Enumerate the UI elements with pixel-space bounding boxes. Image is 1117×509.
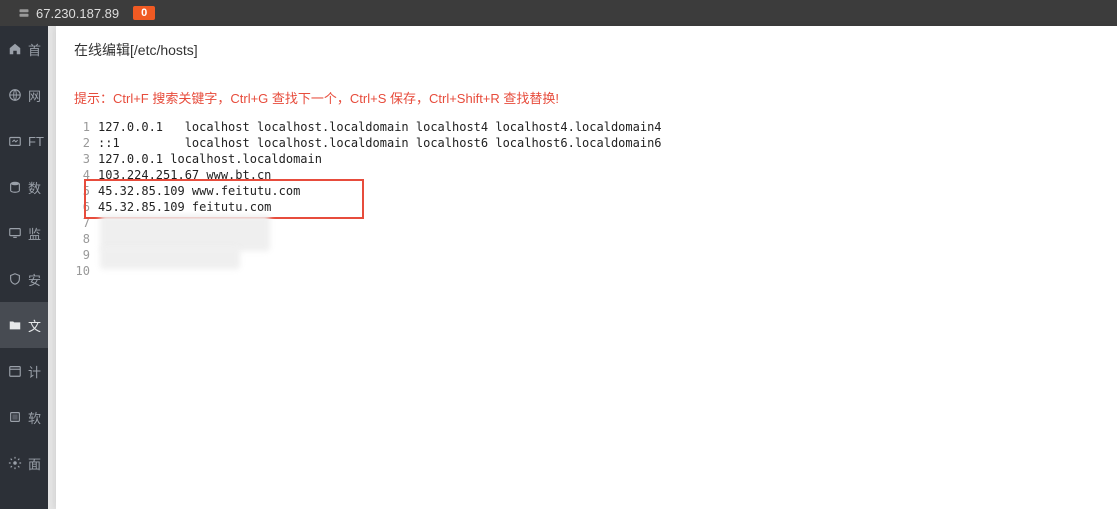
sidebar-item-gear[interactable]: 面 (0, 440, 48, 486)
topbar: 67.230.187.89 0 (0, 0, 1117, 26)
notification-badge[interactable]: 0 (133, 6, 155, 20)
line-content[interactable]: 45.32.85.109 www.feitutu.com (98, 183, 1099, 199)
editor-line[interactable]: 3127.0.0.1 localhost.localdomain (74, 151, 1099, 167)
monitor-icon (8, 226, 22, 240)
sidebar-label: 文 (28, 316, 41, 335)
editor-line[interactable]: 645.32.85.109 feitutu.com (74, 199, 1099, 215)
server-icon (18, 7, 30, 19)
line-number: 5 (74, 183, 98, 199)
sidebar-item-ftp[interactable]: FT (0, 118, 48, 164)
code-editor[interactable]: 1127.0.0.1 localhost localhost.localdoma… (74, 119, 1099, 279)
sidebar-label: 网 (28, 86, 41, 105)
globe-icon (8, 88, 22, 102)
shield-icon (8, 272, 22, 286)
line-number: 4 (74, 167, 98, 183)
sidebar-item-shield[interactable]: 安 (0, 256, 48, 302)
sidebar-label: 安 (28, 270, 41, 289)
sidebar-item-package[interactable]: 软 (0, 394, 48, 440)
modal-title: 在线编辑[/etc/hosts] (56, 26, 1117, 70)
editor-line[interactable]: 4103.224.251.67 www.bt.cn (74, 167, 1099, 183)
topbar-server-ip: 67.230.187.89 0 (0, 6, 155, 21)
line-content[interactable]: ::1 localhost localhost.localdomain loca… (98, 135, 1099, 151)
sidebar-label: FT (28, 134, 44, 149)
package-icon (8, 410, 22, 424)
sidebar-item-home[interactable]: 首 (0, 26, 48, 72)
sidebar-item-globe[interactable]: 网 (0, 72, 48, 118)
ip-text: 67.230.187.89 (36, 6, 119, 21)
home-icon (8, 42, 22, 56)
line-number: 1 (74, 119, 98, 135)
sidebar-item-db[interactable]: 数 (0, 164, 48, 210)
editor-line[interactable]: 1127.0.0.1 localhost localhost.localdoma… (74, 119, 1099, 135)
editor-line[interactable]: 2::1 localhost localhost.localdomain loc… (74, 135, 1099, 151)
sidebar-item-calendar[interactable]: 计 (0, 348, 48, 394)
line-content[interactable]: 127.0.0.1 localhost.localdomain (98, 151, 1099, 167)
line-number: 8 (74, 231, 98, 247)
sidebar: 首网 FT 数监安文计软面 (0, 26, 48, 509)
ftp-icon (8, 134, 22, 148)
line-content[interactable]: 45.32.85.109 feitutu.com (98, 199, 1099, 215)
line-number: 6 (74, 199, 98, 215)
sidebar-label: 数 (28, 178, 41, 197)
sidebar-label: 软 (28, 408, 41, 427)
db-icon (8, 180, 22, 194)
sidebar-item-monitor[interactable]: 监 (0, 210, 48, 256)
gear-icon (8, 456, 22, 470)
redaction-2 (100, 247, 240, 269)
sidebar-item-folder[interactable]: 文 (0, 302, 48, 348)
line-number: 2 (74, 135, 98, 151)
sidebar-label: 首 (28, 40, 41, 59)
sidebar-label: 面 (28, 454, 41, 473)
line-number: 9 (74, 247, 98, 263)
editor-modal: 在线编辑[/etc/hosts] 提示：Ctrl+F 搜索关键字，Ctrl+G … (56, 26, 1117, 509)
line-content[interactable]: 127.0.0.1 localhost localhost.localdomai… (98, 119, 1099, 135)
sidebar-label: 监 (28, 224, 41, 243)
line-number: 7 (74, 215, 98, 231)
folder-icon (8, 318, 22, 332)
line-content[interactable]: 103.224.251.67 www.bt.cn (98, 167, 1099, 183)
sidebar-label: 计 (28, 362, 41, 381)
redaction-1 (100, 215, 270, 251)
modal-overlay: 在线编辑[/etc/hosts] 提示：Ctrl+F 搜索关键字，Ctrl+G … (48, 26, 1117, 509)
line-number: 10 (74, 263, 98, 279)
editor-line[interactable]: 545.32.85.109 www.feitutu.com (74, 183, 1099, 199)
line-number: 3 (74, 151, 98, 167)
calendar-icon (8, 364, 22, 378)
editor-hint: 提示：Ctrl+F 搜索关键字，Ctrl+G 查找下一个，Ctrl+S 保存，C… (56, 70, 1117, 119)
